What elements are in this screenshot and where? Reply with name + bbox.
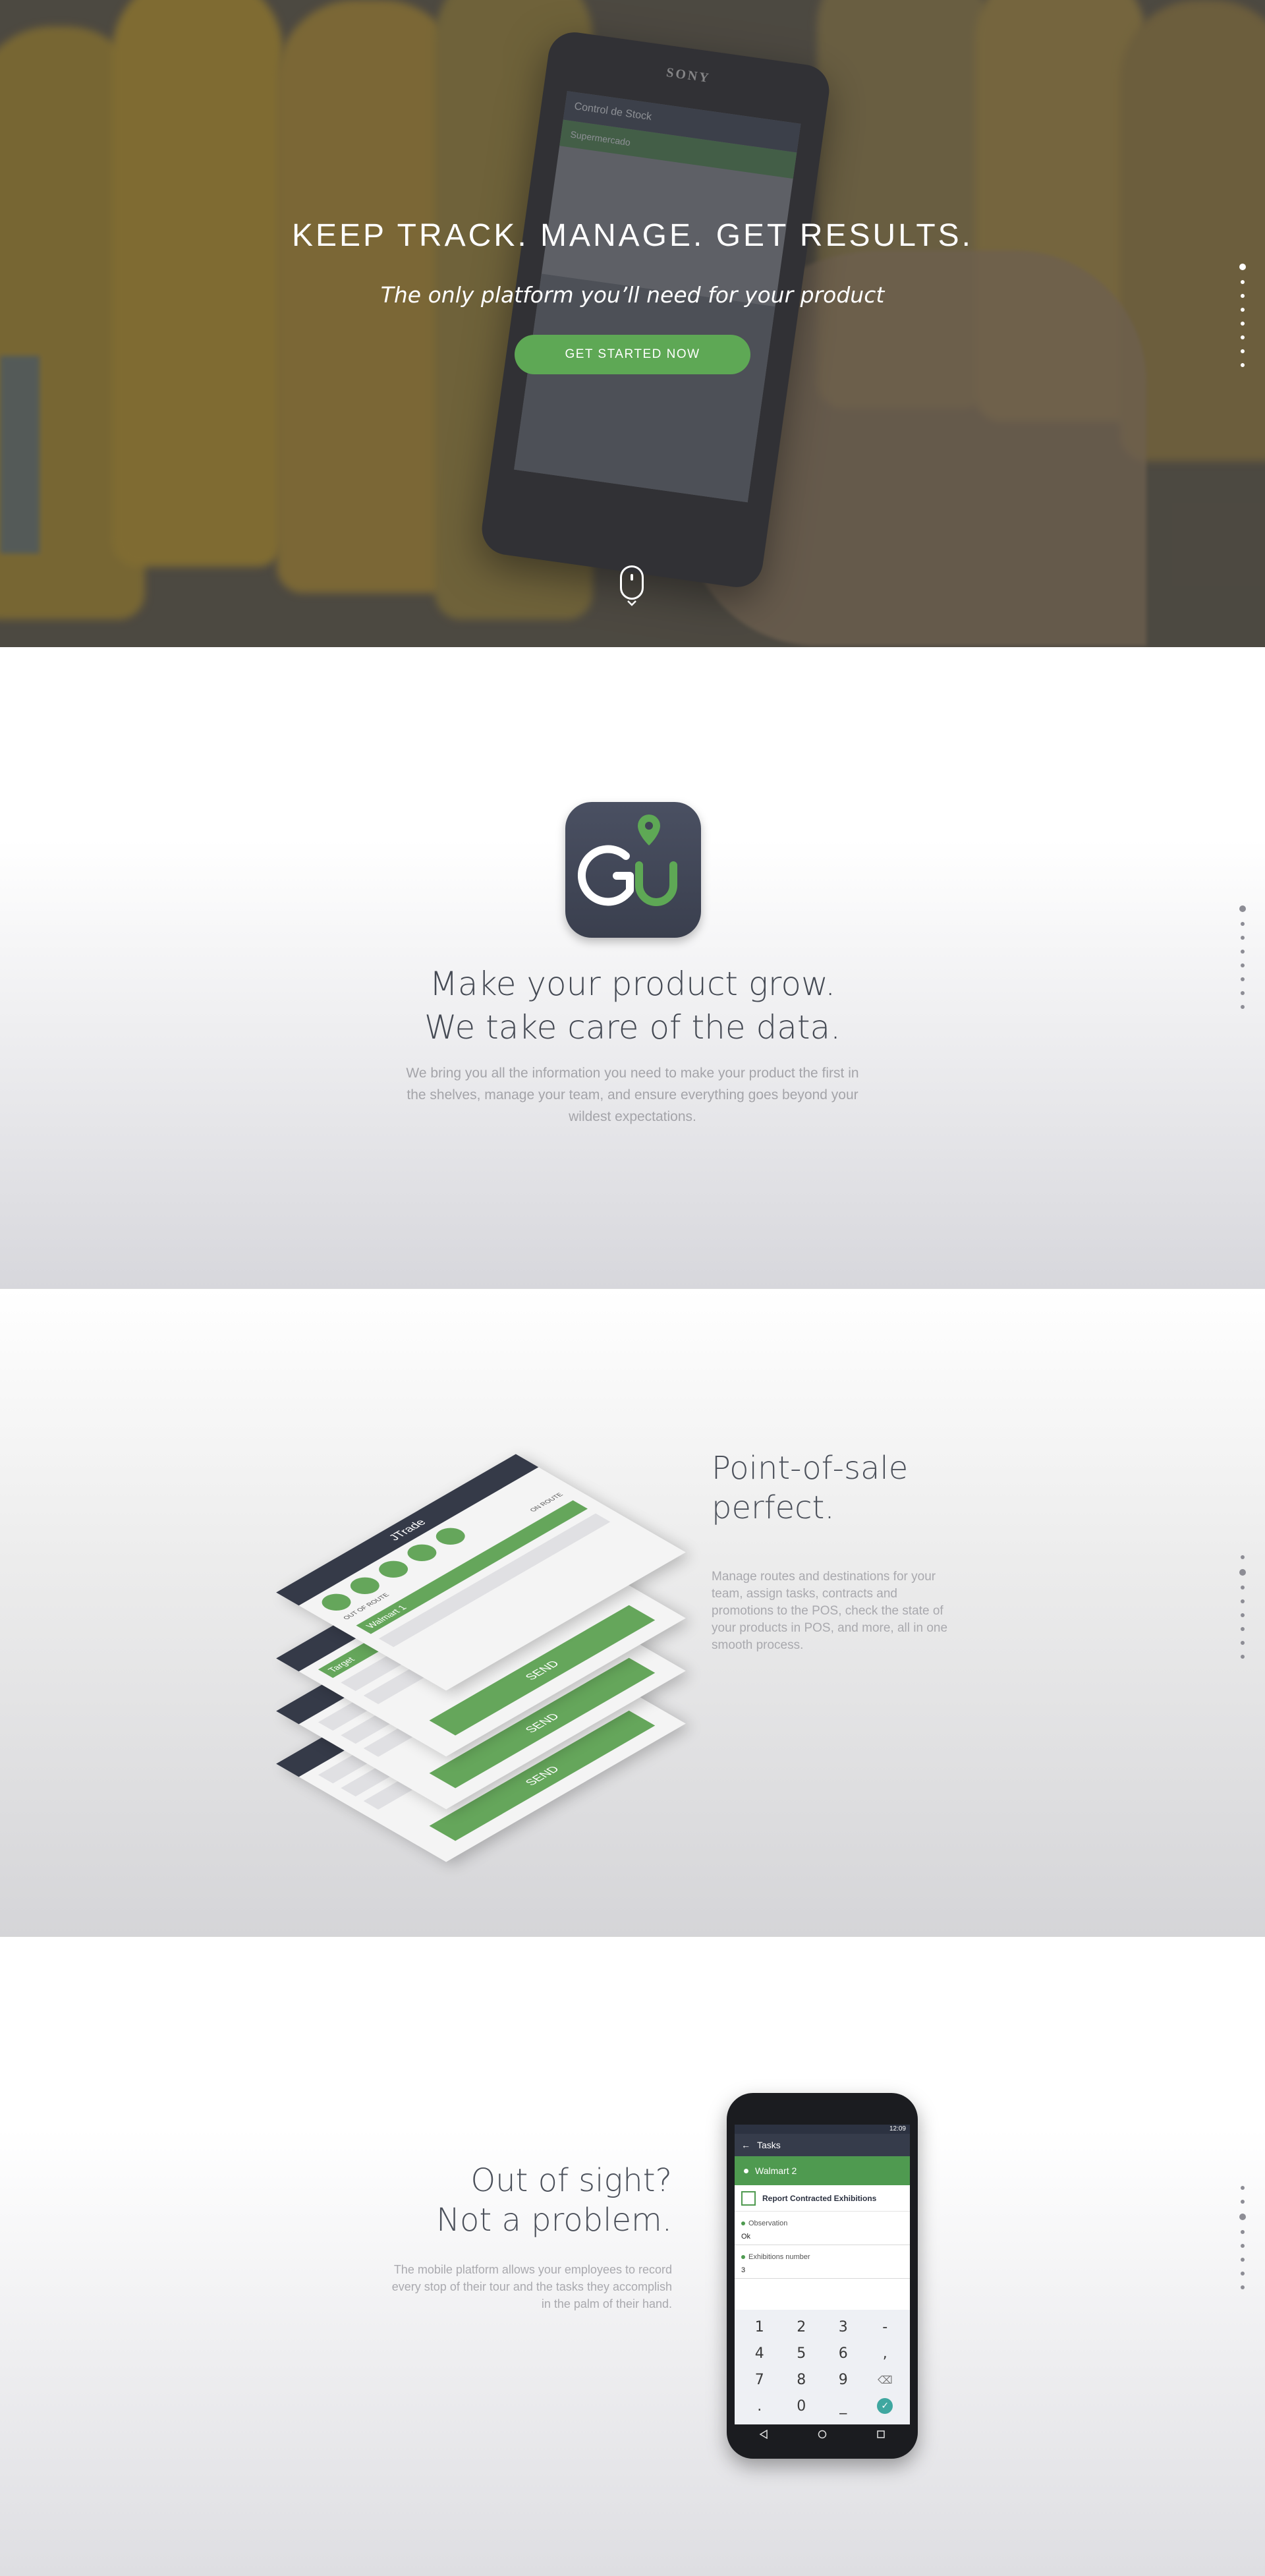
- dot-nav-item[interactable]: [1241, 2285, 1245, 2289]
- dot-nav-item[interactable]: [1241, 2244, 1245, 2248]
- status-bar-clock: 12:09: [735, 2125, 910, 2134]
- numeric-keypad: 1 2 3 - 4 5 6 , 7 8 9 ⌫ . 0 _ ✓: [735, 2310, 910, 2424]
- keypad-key[interactable]: 2: [781, 2314, 823, 2340]
- dot-nav-item[interactable]: [1241, 2230, 1245, 2234]
- observation-label: Observation: [748, 2219, 788, 2227]
- dot-nav-item[interactable]: [1239, 2214, 1246, 2220]
- dot-nav-item[interactable]: [1241, 963, 1245, 967]
- dot-nav-item[interactable]: [1241, 363, 1245, 367]
- phone-screen: 12:09 ← Tasks Walmart 2 Report Contracte…: [735, 2125, 910, 2424]
- pos-body-text: Manage routes and destinations for your …: [712, 1570, 948, 1652]
- get-started-button[interactable]: GET STARTED NOW: [515, 335, 750, 374]
- check-icon: ✓: [877, 2398, 893, 2414]
- exhibitions-number-field[interactable]: Exhibitions number 3: [735, 2245, 910, 2279]
- dot-nav-item[interactable]: [1241, 1005, 1245, 1009]
- keypad-key[interactable]: 1: [739, 2314, 781, 2340]
- keypad-key[interactable]: 5: [781, 2340, 823, 2366]
- keypad-key[interactable]: _: [822, 2393, 864, 2419]
- dot-nav-item[interactable]: [1241, 1627, 1245, 1631]
- home-circle-icon[interactable]: [818, 2430, 827, 2439]
- dot-nav-item[interactable]: [1241, 977, 1245, 981]
- section-dot-nav: [1239, 905, 1247, 1009]
- phone-app-title: Tasks: [757, 2140, 781, 2150]
- dot-nav-item[interactable]: [1241, 991, 1245, 995]
- done-key[interactable]: ✓: [864, 2393, 907, 2419]
- keypad-key[interactable]: 8: [781, 2366, 823, 2393]
- keypad-key[interactable]: 7: [739, 2366, 781, 2393]
- grow-heading-line1: Make your product grow.: [429, 965, 836, 1003]
- dot-nav-item[interactable]: [1239, 264, 1246, 270]
- observation-field[interactable]: Observation Ok: [735, 2212, 910, 2245]
- back-triangle-icon[interactable]: [759, 2430, 768, 2439]
- smartphone-mockup: 12:09 ← Tasks Walmart 2 Report Contracte…: [727, 2093, 918, 2459]
- sight-heading: Out of sight? Not a problem.: [343, 2161, 672, 2240]
- dot-nav-item[interactable]: [1241, 2200, 1245, 2204]
- dot-nav-item[interactable]: [1241, 294, 1245, 298]
- section-dot-nav: [1239, 2186, 1247, 2289]
- exhibitions-number-label: Exhibitions number: [748, 2253, 810, 2261]
- scroll-mouse-icon[interactable]: [620, 565, 644, 600]
- section-dot-nav: [1239, 264, 1247, 367]
- android-nav-bar: [735, 2424, 910, 2444]
- sight-heading-line2: Not a problem.: [436, 2202, 672, 2239]
- keypad-key[interactable]: 9: [822, 2366, 864, 2393]
- pos-heading-line2: perfect.: [712, 1489, 835, 1526]
- pos-heading: Point-of-sale perfect.: [712, 1448, 949, 1528]
- gotrade-logo-icon: [565, 802, 701, 938]
- keypad-key[interactable]: ,: [864, 2340, 907, 2366]
- exhibitions-number-value: 3: [741, 2266, 746, 2274]
- hero-subtitle: The only platform you’ll need for your p…: [380, 282, 885, 308]
- dot-nav-item[interactable]: [1241, 1655, 1245, 1659]
- back-arrow-icon[interactable]: ←: [741, 2140, 750, 2150]
- dot-nav-item[interactable]: [1241, 1599, 1245, 1603]
- dot-nav-item[interactable]: [1241, 1641, 1245, 1645]
- grow-heading-line2: We take care of the data.: [424, 1008, 841, 1046]
- dot-nav-item[interactable]: [1241, 936, 1245, 940]
- dot-nav-item[interactable]: [1241, 922, 1245, 926]
- hero-title: KEEP TRACK. MANAGE. GET RESULTS.: [291, 218, 974, 253]
- phone-task-title: Report Contracted Exhibitions: [762, 2193, 877, 2203]
- dot-nav-item[interactable]: [1241, 950, 1245, 954]
- sight-heading-line1: Out of sight?: [470, 2162, 672, 2199]
- phone-store-name: Walmart 2: [755, 2165, 797, 2176]
- phone-store-row: Walmart 2: [735, 2156, 910, 2185]
- dot-nav-item[interactable]: [1241, 335, 1245, 339]
- hero-section: SONY Control de Stock Supermercado KEEP …: [0, 0, 1265, 647]
- dot-nav-item[interactable]: [1241, 1586, 1245, 1589]
- app-screens-mockup: SEND SEND Target SEND JTrade OUT OF ROUT…: [270, 1394, 718, 1895]
- dot-nav-item[interactable]: [1241, 2258, 1245, 2262]
- store-dot-icon: [744, 2168, 748, 2173]
- dot-nav-item[interactable]: [1241, 2186, 1245, 2190]
- dot-nav-item[interactable]: [1241, 322, 1245, 326]
- recents-square-icon[interactable]: [876, 2430, 886, 2439]
- dot-nav-item[interactable]: [1239, 1569, 1246, 1576]
- keypad-key[interactable]: .: [739, 2393, 781, 2419]
- keypad-key[interactable]: 6: [822, 2340, 864, 2366]
- pos-heading-line1: Point-of-sale: [712, 1450, 909, 1487]
- dot-nav-item[interactable]: [1241, 280, 1245, 284]
- dot-nav-item[interactable]: [1241, 1555, 1245, 1559]
- grow-body-text: We bring you all the information you nee…: [406, 1066, 859, 1124]
- grow-section: Make your product grow. We take care of …: [0, 647, 1265, 1288]
- dot-nav-item[interactable]: [1241, 349, 1245, 353]
- section-dot-nav: [1239, 1555, 1247, 1659]
- chevron-down-icon[interactable]: [626, 597, 638, 609]
- dot-nav-item[interactable]: [1241, 1613, 1245, 1617]
- sight-body-text: The mobile platform allows your employee…: [391, 2263, 672, 2310]
- dot-nav-item[interactable]: [1241, 2272, 1245, 2275]
- keypad-key[interactable]: 4: [739, 2340, 781, 2366]
- dot-nav-item[interactable]: [1241, 308, 1245, 312]
- list-icon: [741, 2190, 756, 2206]
- dot-nav-item[interactable]: [1239, 905, 1246, 912]
- observation-value: Ok: [741, 2233, 751, 2241]
- keypad-key[interactable]: -: [864, 2314, 907, 2340]
- sight-section: Out of sight? Not a problem. The mobile …: [0, 1936, 1265, 2576]
- grow-heading: Make your product grow. We take care of …: [0, 962, 1265, 1049]
- keypad-key[interactable]: 3: [822, 2314, 864, 2340]
- keypad-key[interactable]: 0: [781, 2393, 823, 2419]
- backspace-icon[interactable]: ⌫: [864, 2366, 907, 2393]
- pos-section: SEND SEND Target SEND JTrade OUT OF ROUT…: [0, 1288, 1265, 1936]
- phone-task-header: Report Contracted Exhibitions: [735, 2185, 910, 2212]
- phone-app-bar: ← Tasks: [735, 2134, 910, 2156]
